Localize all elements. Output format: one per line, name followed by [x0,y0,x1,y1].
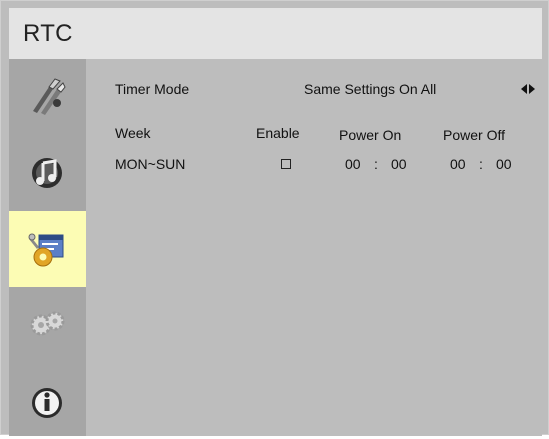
left-right-arrows-icon[interactable] [520,83,536,95]
settings-gear-icon [28,233,64,267]
power-off-minute[interactable]: 00 [496,156,512,172]
column-header-power-on: Power On [339,127,402,143]
page-title: RTC [23,20,73,47]
sidebar-item-settings[interactable] [9,211,86,287]
sidebar-item-info[interactable] [9,363,86,439]
timer-mode-label: Timer Mode [115,81,190,97]
timer-mode-value[interactable]: Same Settings On All [304,81,436,97]
info-icon [32,388,62,418]
power-off-hour[interactable]: 00 [450,156,466,172]
column-header-enable: Enable [256,125,300,141]
power-on-minute[interactable]: 00 [391,156,407,172]
sidebar [9,59,86,436]
tools-icon [33,78,66,115]
sidebar-item-gears[interactable] [9,287,86,363]
column-header-week: Week [115,125,151,141]
power-on-separator: : [374,156,378,172]
audio-icon [32,158,62,188]
sidebar-item-tools[interactable] [9,59,86,135]
enable-checkbox[interactable] [281,159,291,169]
column-header-power-off: Power Off [443,127,505,143]
power-off-separator: : [479,156,483,172]
rtc-settings-panel: Timer Mode Same Settings On All Week Ena… [86,59,542,436]
gears-icon [30,311,65,336]
power-on-hour[interactable]: 00 [345,156,361,172]
sidebar-item-audio[interactable] [9,135,86,211]
menu-header: RTC [9,8,542,59]
week-value: MON~SUN [115,156,186,172]
osd-window: RTC Timer Mode Same Settings On All Week… [0,0,549,436]
